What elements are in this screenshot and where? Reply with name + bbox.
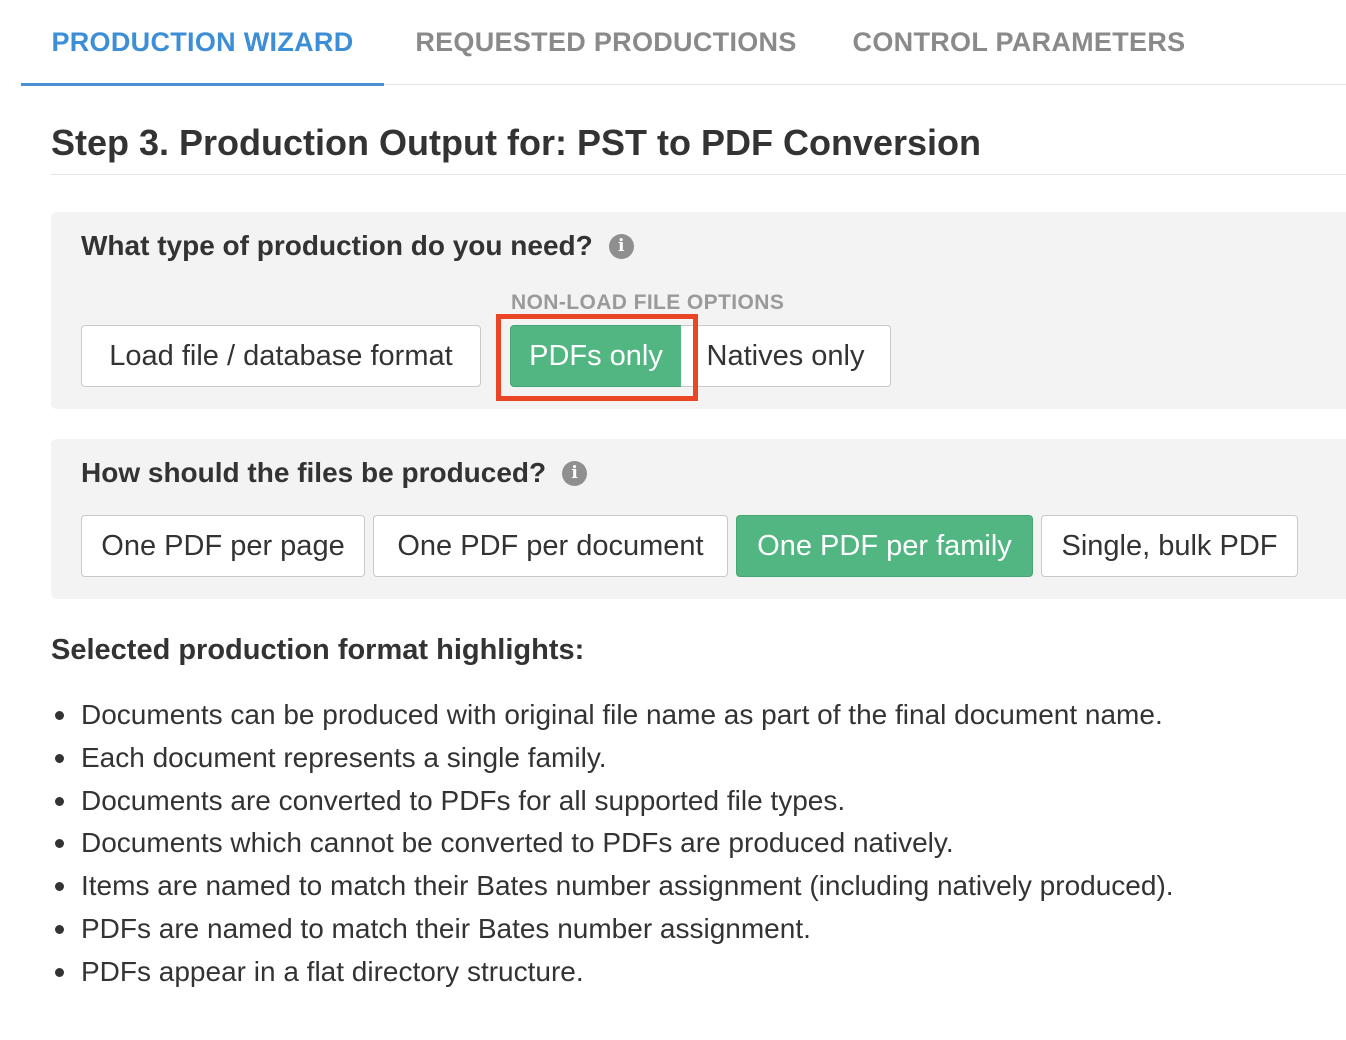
production-type-panel: What type of production do you need? i N… <box>51 212 1346 409</box>
list-item: Documents are converted to PDFs for all … <box>51 780 1341 823</box>
load-file-database-format-button[interactable]: Load file / database format <box>81 325 481 387</box>
tab-control-parameters[interactable]: CONTROL PARAMETERS <box>853 0 1186 85</box>
list-item: PDFs are named to match their Bates numb… <box>51 908 1341 951</box>
one-pdf-per-page-button[interactable]: One PDF per page <box>81 515 365 577</box>
file-production-question-label: How should the files be produced? <box>81 457 547 488</box>
list-item: Documents which cannot be converted to P… <box>51 822 1341 865</box>
one-pdf-per-family-button[interactable]: One PDF per family <box>736 515 1033 577</box>
single-bulk-pdf-button[interactable]: Single, bulk PDF <box>1041 515 1298 577</box>
production-type-question: What type of production do you need? i <box>81 230 634 262</box>
tab-production-wizard[interactable]: PRODUCTION WIZARD <box>21 0 384 86</box>
info-icon[interactable]: i <box>562 460 588 486</box>
file-production-question: How should the files be produced? i <box>81 457 588 489</box>
pdfs-only-button[interactable]: PDFs only <box>510 325 682 387</box>
list-item: Documents can be produced with original … <box>51 694 1341 737</box>
tab-bar: PRODUCTION WIZARD REQUESTED PRODUCTIONS … <box>21 0 1346 86</box>
page-title: Step 3. Production Output for: PST to PD… <box>51 122 981 163</box>
one-pdf-per-document-button[interactable]: One PDF per document <box>373 515 728 577</box>
tab-requested-productions[interactable]: REQUESTED PRODUCTIONS <box>415 0 796 85</box>
file-production-panel: How should the files be produced? i One … <box>51 439 1346 599</box>
list-item: Items are named to match their Bates num… <box>51 865 1341 908</box>
natives-only-button[interactable]: Natives only <box>681 325 891 387</box>
highlights-list: Documents can be produced with original … <box>51 694 1341 994</box>
production-page: PRODUCTION WIZARD REQUESTED PRODUCTIONS … <box>0 0 1346 1040</box>
list-item: PDFs appear in a flat directory structur… <box>51 951 1341 994</box>
info-icon[interactable]: i <box>608 233 634 259</box>
title-divider <box>51 174 1346 175</box>
list-item: Each document represents a single family… <box>51 737 1341 780</box>
highlights-title: Selected production format highlights: <box>51 634 585 666</box>
production-type-question-label: What type of production do you need? <box>81 230 593 261</box>
non-load-file-options-caption: NON-LOAD FILE OPTIONS <box>511 291 785 314</box>
